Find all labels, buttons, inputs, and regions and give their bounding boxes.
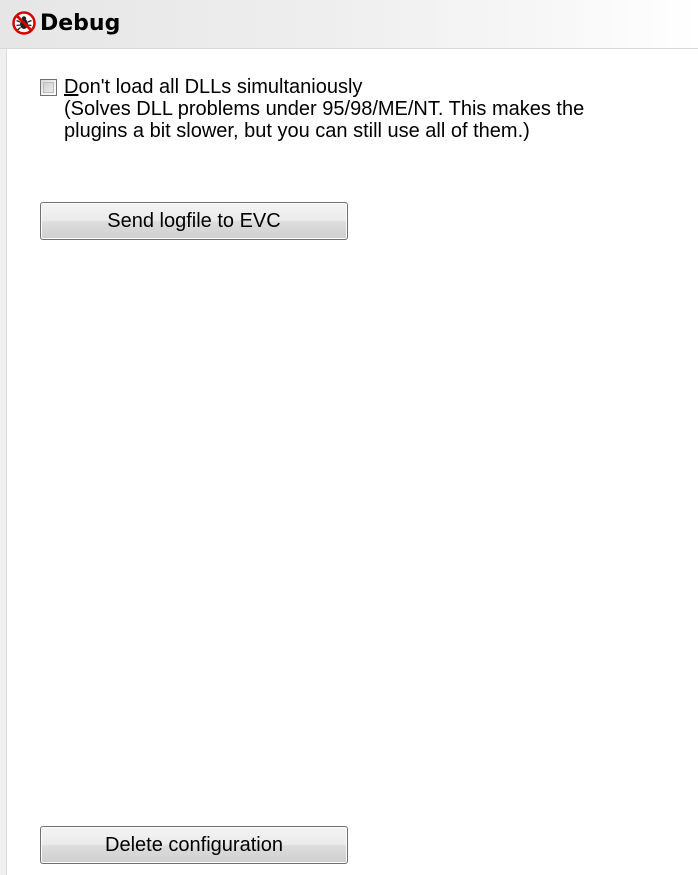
option-description-line-1: (Solves DLL problems under 95/98/ME/NT. … bbox=[64, 98, 585, 120]
section-title: Debug bbox=[40, 11, 121, 36]
option-label-accelerator: D bbox=[64, 76, 79, 98]
option-label-rest: on't load all DLLs simultaniously bbox=[78, 76, 363, 98]
dont-load-dlls-checkbox[interactable] bbox=[40, 79, 57, 96]
option-label[interactable]: Don't load all DLLs simultaniously bbox=[64, 76, 584, 98]
panel-left-border bbox=[0, 0, 7, 875]
option-text: Don't load all DLLs simultaniously (Solv… bbox=[64, 76, 584, 142]
debug-no-bug-icon bbox=[12, 11, 36, 35]
send-logfile-button[interactable]: Send logfile to EVC bbox=[40, 202, 348, 240]
section-header: Debug bbox=[0, 0, 698, 49]
delete-configuration-button[interactable]: Delete configuration bbox=[40, 826, 348, 864]
option-description-line-2: plugins a bit slower, but you can still … bbox=[64, 120, 530, 142]
